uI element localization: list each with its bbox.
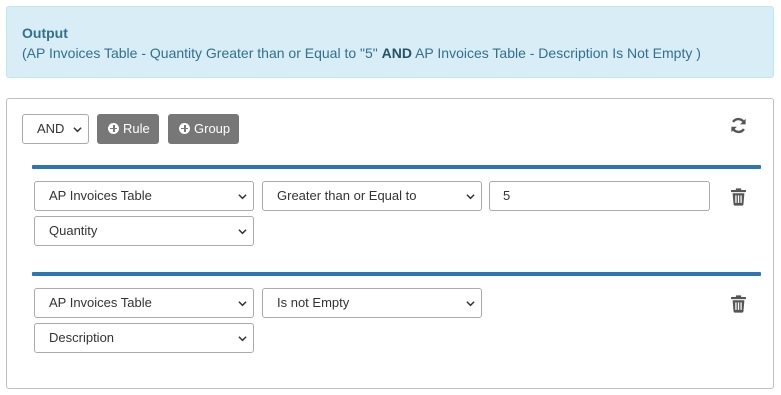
chevron-down-icon xyxy=(238,301,247,307)
rule-2-table-value: AP Invoices Table xyxy=(49,295,152,310)
rule-1-value-text: 5 xyxy=(503,188,511,203)
chevron-down-icon xyxy=(466,194,475,200)
refresh-icon[interactable] xyxy=(729,116,748,135)
add-group-label: Group xyxy=(194,121,231,136)
rule-2-operator-select[interactable]: Is not Empty xyxy=(262,288,482,318)
rule-1-table-value: AP Invoices Table xyxy=(49,188,152,203)
rule-1-operator-value: Greater than or Equal to xyxy=(277,188,417,203)
plus-circle-icon xyxy=(108,123,119,134)
trash-icon[interactable] xyxy=(731,295,746,313)
add-rule-button[interactable]: Rule xyxy=(97,114,159,144)
add-group-button[interactable]: Group xyxy=(168,114,239,144)
output-panel: Output (AP Invoices Table - Quantity Gre… xyxy=(6,6,774,78)
expr-operator: AND xyxy=(381,45,412,61)
rule-1-table-select[interactable]: AP Invoices Table xyxy=(34,181,254,211)
output-expression: (AP Invoices Table - Quantity Greater th… xyxy=(22,45,773,62)
trash-icon[interactable] xyxy=(731,188,746,206)
rule-1-field-select[interactable]: Quantity xyxy=(34,216,254,246)
rule-1-field-value: Quantity xyxy=(49,223,98,238)
rule-2-operator-value: Is not Empty xyxy=(277,295,350,310)
plus-circle-icon xyxy=(179,123,190,134)
rule-2-field-select[interactable]: Description xyxy=(34,323,254,353)
chevron-down-icon xyxy=(238,336,247,342)
expr-right: AP Invoices Table - Description Is Not E… xyxy=(415,45,701,61)
chevron-down-icon xyxy=(238,194,247,200)
rule-2-table-select[interactable]: AP Invoices Table xyxy=(34,288,254,318)
query-builder: AND Rule Group AP Invoices Table Greater… xyxy=(6,98,774,389)
chevron-down-icon xyxy=(466,301,475,307)
rule-divider xyxy=(32,165,761,169)
output-title: Output xyxy=(22,25,68,41)
chevron-down-icon xyxy=(73,127,82,133)
rule-1-operator-select[interactable]: Greater than or Equal to xyxy=(262,181,482,211)
chevron-down-icon xyxy=(238,229,247,235)
rule-2-field-value: Description xyxy=(49,330,115,345)
rule-1-value-input[interactable]: 5 xyxy=(489,181,710,211)
condition-value: AND xyxy=(37,121,65,136)
condition-select[interactable]: AND xyxy=(22,114,89,144)
add-rule-label: Rule xyxy=(123,121,150,136)
rule-divider xyxy=(32,272,761,276)
expr-left: AP Invoices Table - Quantity Greater tha… xyxy=(26,45,378,61)
